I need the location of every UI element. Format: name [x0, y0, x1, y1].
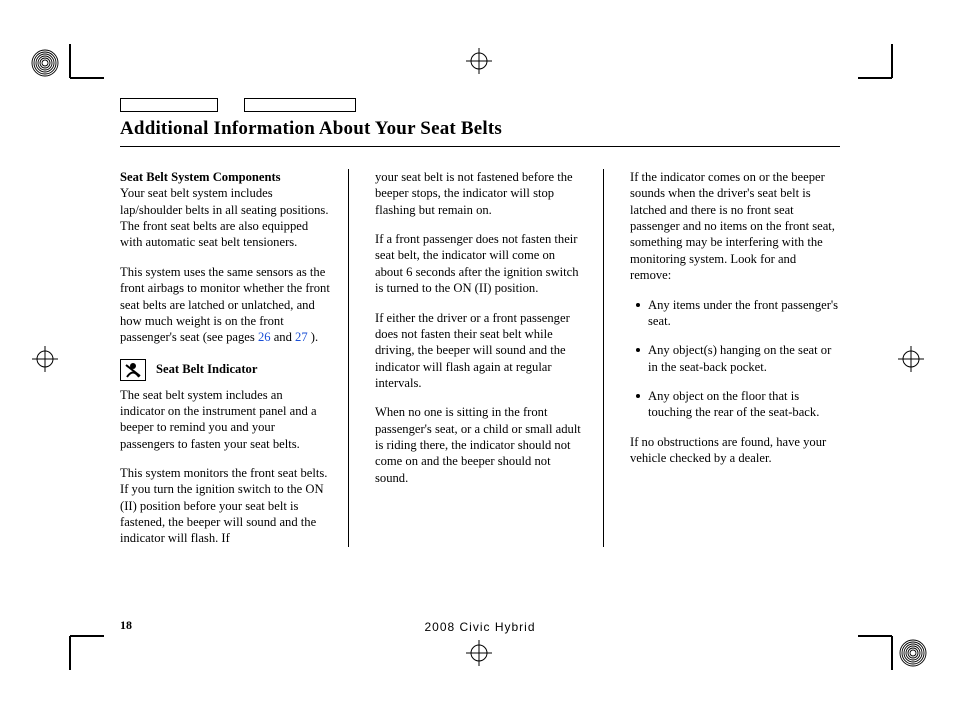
- paragraph: If no obstructions are found, have your …: [630, 434, 840, 467]
- page-footer: 18 2008 Civic Hybrid: [120, 618, 840, 633]
- page-title: Additional Information About Your Seat B…: [120, 118, 840, 140]
- vehicle-model: 2008 Civic Hybrid: [120, 620, 840, 634]
- paragraph: This system monitors the front seat belt…: [120, 465, 330, 547]
- paragraph: If either the driver or a front passenge…: [375, 310, 585, 392]
- header-box: [120, 98, 218, 112]
- bullet-list: Any items under the front passenger's se…: [630, 297, 840, 421]
- column-3: If the indicator comes on or the beeper …: [630, 169, 840, 547]
- seat-belt-indicator-icon: [120, 359, 146, 381]
- crop-mark-icon: [856, 40, 896, 80]
- column-1: Seat Belt System Components Your seat be…: [120, 169, 349, 547]
- list-item: Any object(s) hanging on the seat or in …: [636, 342, 840, 375]
- title-rule: [120, 146, 840, 147]
- indicator-heading-row: Seat Belt Indicator: [120, 359, 330, 381]
- print-rosette-icon: [30, 48, 60, 78]
- crop-mark-icon: [856, 634, 896, 674]
- paragraph: If the indicator comes on or the beeper …: [630, 169, 840, 284]
- page-link[interactable]: 27: [295, 330, 308, 344]
- page-link[interactable]: 26: [258, 330, 271, 344]
- crop-mark-icon: [66, 40, 106, 80]
- paragraph: This system uses the same sensors as the…: [120, 264, 330, 346]
- registration-cross-icon: [32, 346, 58, 372]
- list-item: Any object on the floor that is touching…: [636, 388, 840, 421]
- print-rosette-icon: [898, 638, 928, 668]
- registration-cross-icon: [466, 48, 492, 74]
- paragraph: Seat Belt System Components Your seat be…: [120, 169, 330, 251]
- section-heading: Seat Belt Indicator: [156, 361, 257, 377]
- registration-cross-icon: [466, 640, 492, 666]
- header-box: [244, 98, 356, 112]
- registration-cross-icon: [898, 346, 924, 372]
- paragraph: If a front passenger does not fasten the…: [375, 231, 585, 296]
- list-item: Any items under the front passenger's se…: [636, 297, 840, 330]
- crop-mark-icon: [66, 634, 106, 674]
- page-content: Additional Information About Your Seat B…: [120, 118, 840, 547]
- paragraph: your seat belt is not fastened before th…: [375, 169, 585, 218]
- paragraph: When no one is sitting in the front pass…: [375, 404, 585, 486]
- paragraph: The seat belt system includes an indicat…: [120, 387, 330, 452]
- column-2: your seat belt is not fastened before th…: [375, 169, 604, 547]
- section-heading: Seat Belt System Components: [120, 170, 281, 184]
